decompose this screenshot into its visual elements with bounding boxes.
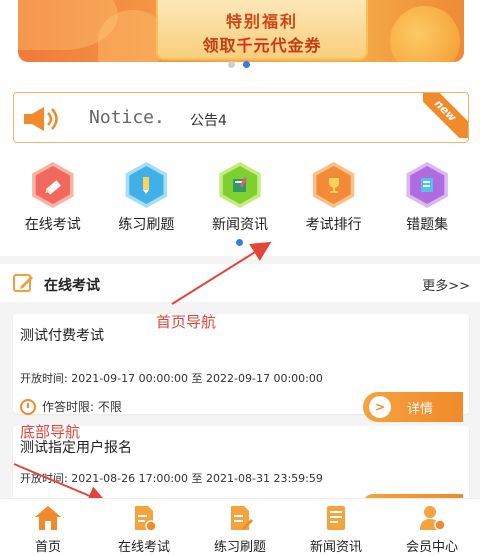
exam-open-time: 开放时间: 2021-08-26 17:00:00 至 2021-08-31 2… [20, 472, 323, 485]
nav-label: 会员中心 [405, 540, 458, 555]
promo-banner[interactable]: 特别福利 领取千元代金券 [18, 0, 464, 62]
pencil-icon [30, 162, 76, 208]
category-online-exam[interactable]: 在线考试 [10, 162, 96, 252]
category-label: 练习刷题 [118, 217, 175, 233]
detail-button[interactable]: > 详情 [363, 392, 463, 422]
section-header: 在线考试 更多>> [0, 266, 480, 302]
exam-limit: 作答时限: 不限 [20, 398, 122, 415]
more-link[interactable]: 更多>> [422, 275, 470, 294]
category-ranking[interactable]: 考试排行 [291, 162, 377, 252]
exam-card[interactable]: 测试指定用户报名 开放时间: 2021-08-26 17:00:00 至 202… [13, 426, 469, 514]
banner-highlight: 千元 [236, 36, 271, 55]
notice-text[interactable]: 公告4 [190, 110, 227, 130]
banner-line1: 特别福利 [225, 12, 298, 31]
bottom-nav: 首页 在线考试 练习刷题 新闻资讯 会员中心 [0, 498, 480, 556]
notice-bar[interactable]: Notice. 公告4 new [13, 92, 469, 143]
category-label: 新闻资讯 [211, 217, 268, 233]
nav-label: 新闻资讯 [309, 540, 362, 555]
notebook-icon [404, 162, 450, 208]
nav-item-home[interactable]: 首页 [3, 499, 93, 556]
carousel-dots [228, 61, 250, 68]
app-page: 特别福利 领取千元代金券 Notice. 公告4 new 在线考试 练习刷题 新… [0, 0, 480, 556]
coin-decoration [390, 6, 460, 62]
annotation-bottom-nav: 底部导航 [20, 423, 81, 441]
carousel-dot[interactable] [228, 61, 235, 68]
speaker-icon [24, 107, 58, 131]
section-title: 在线考试 [44, 278, 100, 294]
home-category-nav: 在线考试 练习刷题 新闻资讯 考试排行 错题集 [0, 162, 480, 252]
exam-title: 测试付费考试 [20, 328, 104, 344]
notice-title: Notice. [89, 107, 165, 128]
trophy-icon [311, 162, 357, 208]
banner-line2: 领取千元代金券 [202, 36, 322, 55]
practice-icon [231, 506, 253, 530]
carousel-dot-active[interactable] [243, 61, 250, 68]
exam-card[interactable]: 测试付费考试 开放时间: 2021-09-17 00:00:00 至 2022-… [13, 314, 469, 422]
nav-item-online-exam[interactable]: 在线考试 [99, 499, 189, 556]
home-icon [35, 506, 61, 530]
nav-item-news[interactable]: 新闻资讯 [291, 499, 381, 556]
nav-label: 首页 [34, 540, 61, 555]
nav-label: 练习刷题 [213, 540, 266, 555]
nav-item-practice[interactable]: 练习刷题 [195, 499, 285, 556]
arrow-right-icon: > [369, 396, 391, 418]
nav-item-member[interactable]: 会员中心 [387, 499, 477, 556]
new-ribbon: new [423, 93, 468, 138]
banner-plate: 特别福利 领取千元代金券 [156, 0, 368, 60]
annotation-home-nav: 首页导航 [156, 313, 217, 331]
exam-list: 测试付费考试 开放时间: 2021-09-17 00:00:00 至 2022-… [0, 302, 480, 514]
exam-icon [135, 506, 157, 532]
category-practice[interactable]: 练习刷题 [103, 162, 189, 252]
member-icon [420, 506, 446, 531]
category-label: 考试排行 [305, 217, 362, 233]
active-indicator [236, 239, 244, 246]
book-icon [217, 162, 263, 208]
news-icon [327, 506, 345, 530]
clock-icon [20, 398, 36, 415]
category-wrong-questions[interactable]: 错题集 [384, 162, 470, 252]
category-label: 在线考试 [24, 217, 81, 233]
category-news[interactable]: 新闻资讯 [197, 162, 283, 252]
category-label: 错题集 [406, 217, 449, 233]
divider [0, 256, 480, 264]
exam-open-time: 开放时间: 2021-09-17 00:00:00 至 2022-09-17 0… [20, 372, 323, 385]
nav-label: 在线考试 [117, 540, 170, 555]
edit-icon [13, 274, 33, 292]
pen-icon [123, 162, 169, 208]
